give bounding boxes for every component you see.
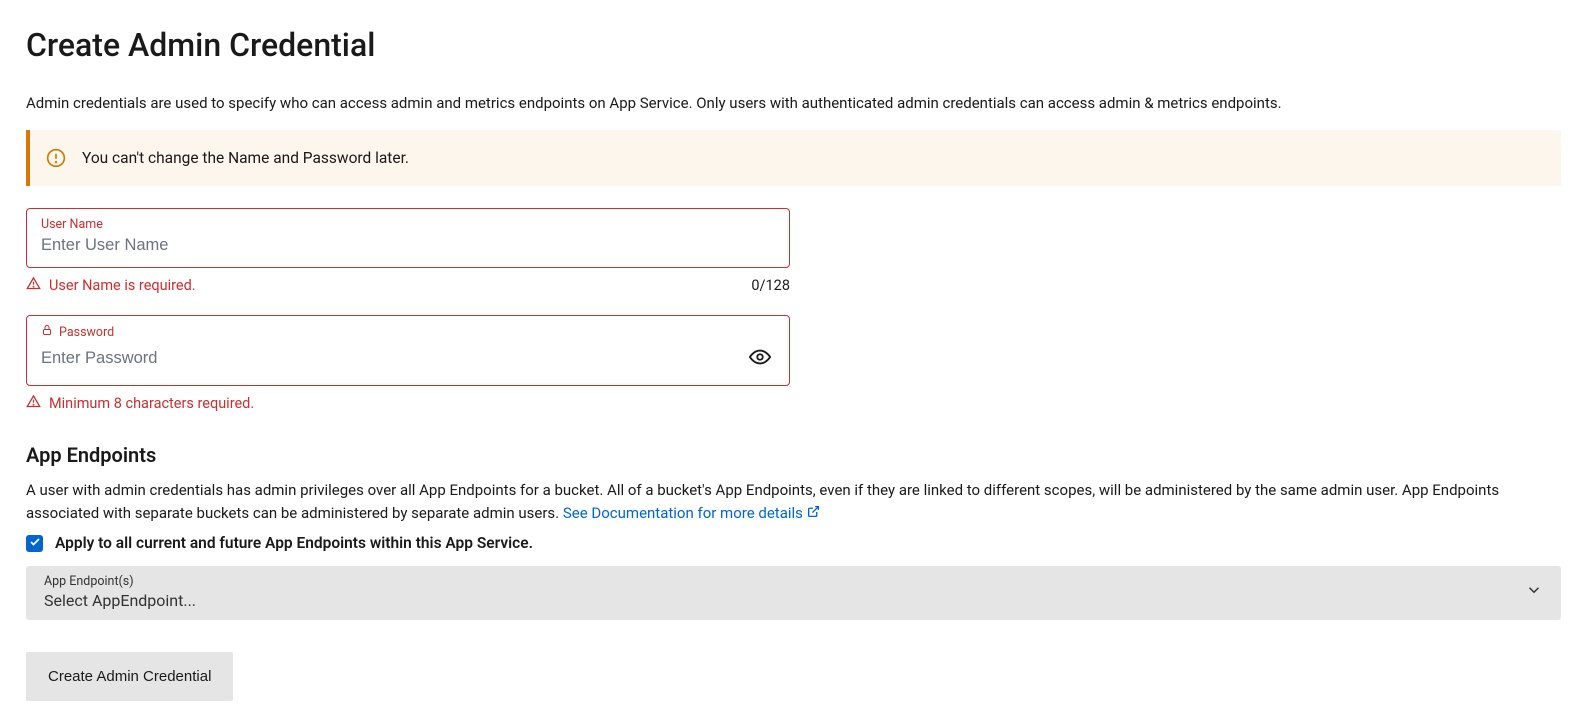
create-admin-credential-button[interactable]: Create Admin Credential: [26, 652, 233, 701]
page-title: Create Admin Credential: [26, 26, 1561, 64]
apply-all-label: Apply to all current and future App Endp…: [55, 534, 533, 552]
password-label-text: Password: [59, 325, 114, 340]
error-icon: [26, 394, 41, 413]
app-endpoints-desc: A user with admin credentials has admin …: [26, 479, 1561, 524]
error-icon: [26, 276, 41, 295]
warning-alert: You can't change the Name and Password l…: [26, 130, 1561, 186]
password-label: Password: [41, 324, 775, 340]
check-icon: [29, 534, 41, 552]
password-error: Minimum 8 characters required.: [26, 394, 254, 413]
external-link-icon: [807, 502, 820, 525]
username-input-box[interactable]: User Name: [26, 208, 790, 268]
password-input[interactable]: [41, 347, 737, 370]
username-error: User Name is required.: [26, 276, 196, 295]
username-error-text: User Name is required.: [49, 277, 196, 294]
app-endpoints-title: App Endpoints: [26, 443, 1561, 467]
username-label: User Name: [41, 217, 775, 232]
app-endpoint-select-label: App Endpoint(s): [44, 574, 1525, 589]
username-input[interactable]: [41, 234, 775, 257]
documentation-link-text: See Documentation for more details: [563, 502, 803, 525]
lock-icon: [41, 324, 53, 340]
chevron-down-icon: [1525, 581, 1543, 603]
apply-all-checkbox[interactable]: [26, 535, 43, 552]
password-field-wrap: Password Minimum: [26, 315, 790, 413]
app-endpoint-select[interactable]: App Endpoint(s) Select AppEndpoint...: [26, 566, 1561, 620]
username-counter: 0/128: [751, 277, 790, 294]
apply-all-row: Apply to all current and future App Endp…: [26, 534, 1561, 552]
warning-icon: [46, 148, 66, 168]
documentation-link[interactable]: See Documentation for more details: [563, 502, 820, 525]
intro-text: Admin credentials are used to specify wh…: [26, 94, 1561, 112]
app-endpoint-select-placeholder: Select AppEndpoint...: [44, 591, 196, 610]
warning-text: You can't change the Name and Password l…: [82, 149, 409, 167]
username-field-wrap: User Name User Name is required. 0/128: [26, 208, 790, 295]
password-input-box[interactable]: Password: [26, 315, 790, 386]
password-error-text: Minimum 8 characters required.: [49, 395, 254, 412]
toggle-password-visibility-button[interactable]: [745, 342, 775, 375]
eye-icon: [749, 356, 771, 371]
